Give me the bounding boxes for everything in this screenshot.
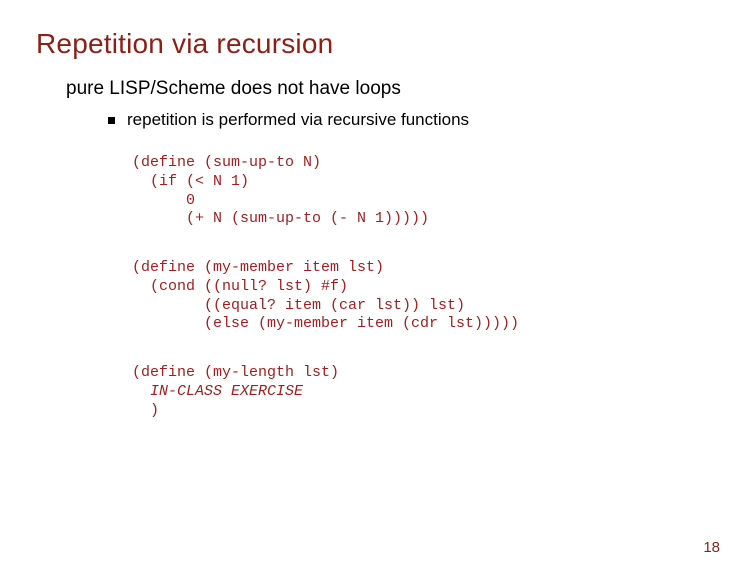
bullet-square-icon xyxy=(108,117,115,124)
slide-title: Repetition via recursion xyxy=(36,28,720,60)
code-block-sum-up-to: (define (sum-up-to N) (if (< N 1) 0 (+ N… xyxy=(132,154,720,229)
page-number: 18 xyxy=(703,539,720,556)
code-block-my-member: (define (my-member item lst) (cond ((nul… xyxy=(132,259,720,334)
code-line: ) xyxy=(132,402,159,419)
slide-subtitle: pure LISP/Scheme does not have loops xyxy=(66,78,720,100)
bullet-text: repetition is performed via recursive fu… xyxy=(127,110,469,130)
bullet-item: repetition is performed via recursive fu… xyxy=(108,110,720,130)
code-line-exercise: IN-CLASS EXERCISE xyxy=(132,383,303,400)
code-line: (define (my-length lst) xyxy=(132,364,339,381)
slide: Repetition via recursion pure LISP/Schem… xyxy=(0,0,756,576)
code-block-my-length: (define (my-length lst) IN-CLASS EXERCIS… xyxy=(132,364,720,420)
